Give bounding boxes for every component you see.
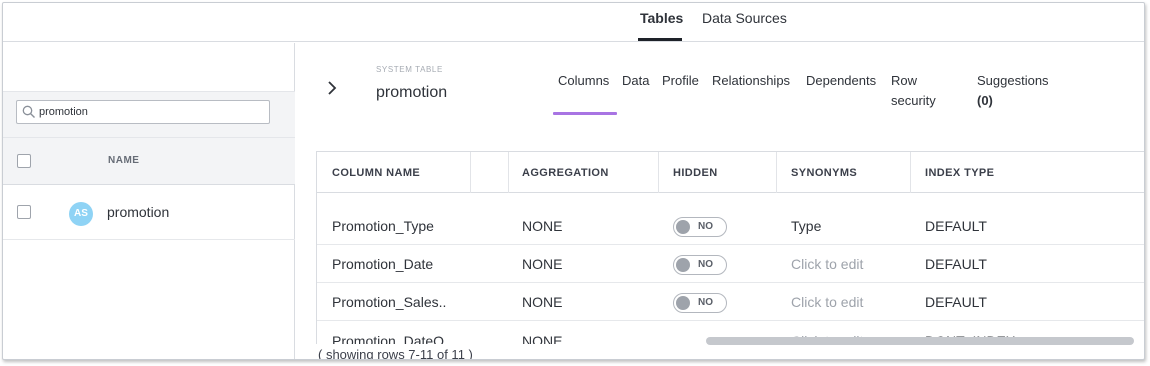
column-header-name[interactable]: COLUMN NAME <box>332 167 420 179</box>
list-header: NAME <box>3 138 295 185</box>
column-divider <box>776 152 777 193</box>
column-name-cell: Promotion_Date <box>332 256 434 272</box>
search-bar <box>3 91 295 138</box>
column-header-aggregation[interactable]: AGGREGATION <box>522 167 609 179</box>
table-row: Promotion_Sales.. NONE NO Click to edit … <box>317 283 1144 321</box>
hidden-toggle[interactable]: NO <box>673 293 727 313</box>
column-header-hidden[interactable]: HIDDEN <box>673 167 718 179</box>
aggregation-cell[interactable]: NONE <box>522 218 562 234</box>
toggle-label: NO <box>698 259 713 270</box>
tab-suggestions-label: Suggestions <box>977 73 1049 88</box>
list-item-label[interactable]: promotion <box>107 204 169 220</box>
table-header-row: COLUMN NAME AGGREGATION HIDDEN SYNONYMS … <box>317 152 1144 193</box>
columns-table: COLUMN NAME AGGREGATION HIDDEN SYNONYMS … <box>316 151 1144 344</box>
table-type-label: SYSTEM TABLE <box>376 65 443 74</box>
suggestions-count: (0) <box>977 93 993 108</box>
column-header-index-type[interactable]: INDEX TYPE <box>925 167 994 179</box>
hidden-toggle[interactable]: NO <box>673 255 727 275</box>
search-field[interactable] <box>16 100 270 124</box>
app-window: Tables Data Sources NAME AS promotion <box>2 2 1145 360</box>
tab-suggestions[interactable]: Suggestions (0) <box>977 71 1077 111</box>
horizontal-scrollbar[interactable] <box>706 337 1134 345</box>
toggle-label: NO <box>698 221 713 232</box>
top-nav: Tables Data Sources <box>3 3 1144 42</box>
tab-profile[interactable]: Profile <box>662 71 699 91</box>
name-column-header[interactable]: NAME <box>108 155 139 166</box>
row-checkbox[interactable] <box>17 205 31 219</box>
column-divider <box>508 152 509 193</box>
toggle-knob <box>676 258 690 272</box>
column-name-cell: Promotion_DateO... <box>332 333 456 344</box>
column-divider <box>658 152 659 193</box>
hidden-toggle[interactable]: NO <box>673 217 727 237</box>
tab-dependents[interactable]: Dependents <box>806 71 876 91</box>
page-title: promotion <box>376 84 448 101</box>
synonyms-cell[interactable]: Click to edit <box>791 256 863 272</box>
search-input[interactable] <box>39 103 264 121</box>
row-count-status: ( showing rows 7-11 of 11 ) <box>318 347 473 360</box>
column-header-synonyms[interactable]: SYNONYMS <box>791 167 857 179</box>
aggregation-cell[interactable]: NONE <box>522 333 562 344</box>
list-item[interactable]: AS promotion <box>3 185 295 240</box>
table-list-panel: NAME AS promotion <box>3 43 295 359</box>
column-name-cell: Promotion_Sales.. <box>332 294 447 310</box>
index-type-cell[interactable]: DEFAULT <box>925 294 987 310</box>
table-row: Promotion_Type NONE NO Type DEFAULT <box>317 207 1144 245</box>
aggregation-cell[interactable]: NONE <box>522 256 562 272</box>
synonyms-cell[interactable]: Click to edit <box>791 294 863 310</box>
chevron-right-icon[interactable] <box>325 79 339 97</box>
index-type-cell[interactable]: DEFAULT <box>925 256 987 272</box>
avatar: AS <box>69 202 93 226</box>
synonyms-cell[interactable]: Type <box>791 218 821 234</box>
select-all-checkbox[interactable] <box>17 154 31 168</box>
aggregation-cell[interactable]: NONE <box>522 294 562 310</box>
tab-columns[interactable]: Columns <box>558 71 609 91</box>
tab-data[interactable]: Data <box>622 71 649 91</box>
active-tab-indicator <box>638 38 682 41</box>
toggle-knob <box>676 220 690 234</box>
tab-row-security[interactable]: Row security <box>891 71 953 111</box>
search-icon <box>22 105 35 118</box>
tab-data-sources[interactable]: Data Sources <box>702 10 787 26</box>
index-type-cell[interactable]: DEFAULT <box>925 218 987 234</box>
column-name-cell: Promotion_Type <box>332 218 434 234</box>
toggle-label: NO <box>698 297 713 308</box>
tab-tables[interactable]: Tables <box>640 10 683 26</box>
active-subtab-indicator <box>553 112 617 115</box>
column-divider <box>910 152 911 193</box>
toggle-knob <box>676 296 690 310</box>
column-divider <box>470 152 471 193</box>
tab-relationships[interactable]: Relationships <box>712 71 790 91</box>
table-row: Promotion_Date NONE NO Click to edit DEF… <box>317 245 1144 283</box>
